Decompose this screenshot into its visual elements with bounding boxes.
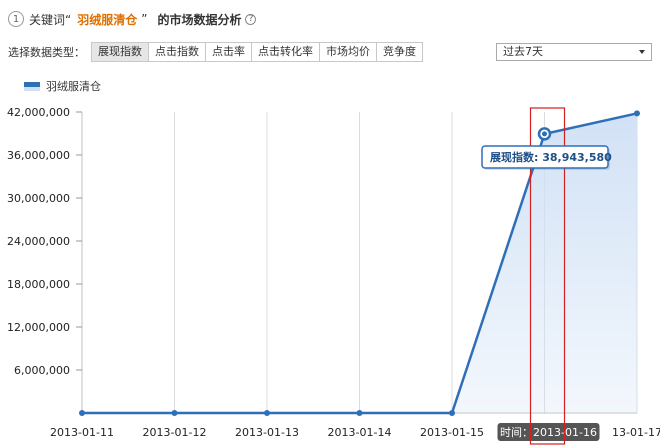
x-tick-label: 2013-01-11 — [50, 426, 114, 439]
x-tick-label: 2013-01-14 — [328, 426, 392, 439]
data-point-highlighted-core — [542, 131, 547, 137]
data-point — [79, 410, 85, 416]
hover-x-label: 时间：2013-01-16 — [500, 426, 597, 439]
data-point — [264, 410, 270, 416]
x-tick-label: 2013-01-13 — [235, 426, 299, 439]
data-point — [171, 410, 178, 416]
x-tick-label: 2013-01-12 — [143, 426, 207, 439]
data-point — [634, 110, 640, 117]
y-tick-label: 30,000,000 — [7, 192, 70, 205]
data-point — [449, 410, 455, 416]
x-tick-label: 13-01-17 — [612, 426, 660, 439]
y-tick-label: 6,000,000 — [14, 364, 70, 377]
y-tick-label: 24,000,000 — [7, 235, 70, 248]
trend-chart[interactable]: 6,000,000 12,000,000 18,000,000 24,000,000 3… — [0, 0, 660, 446]
y-tick-label: 18,000,000 — [7, 278, 70, 291]
tooltip-text: 展现指数: 38,943,580 — [489, 150, 612, 164]
data-point — [356, 410, 363, 416]
y-tick-label: 36,000,000 — [7, 149, 70, 162]
y-tick-label: 12,000,000 — [7, 321, 70, 334]
y-tick-label: 42,000,000 — [7, 106, 70, 119]
x-tick-label: 2013-01-15 — [420, 426, 484, 439]
